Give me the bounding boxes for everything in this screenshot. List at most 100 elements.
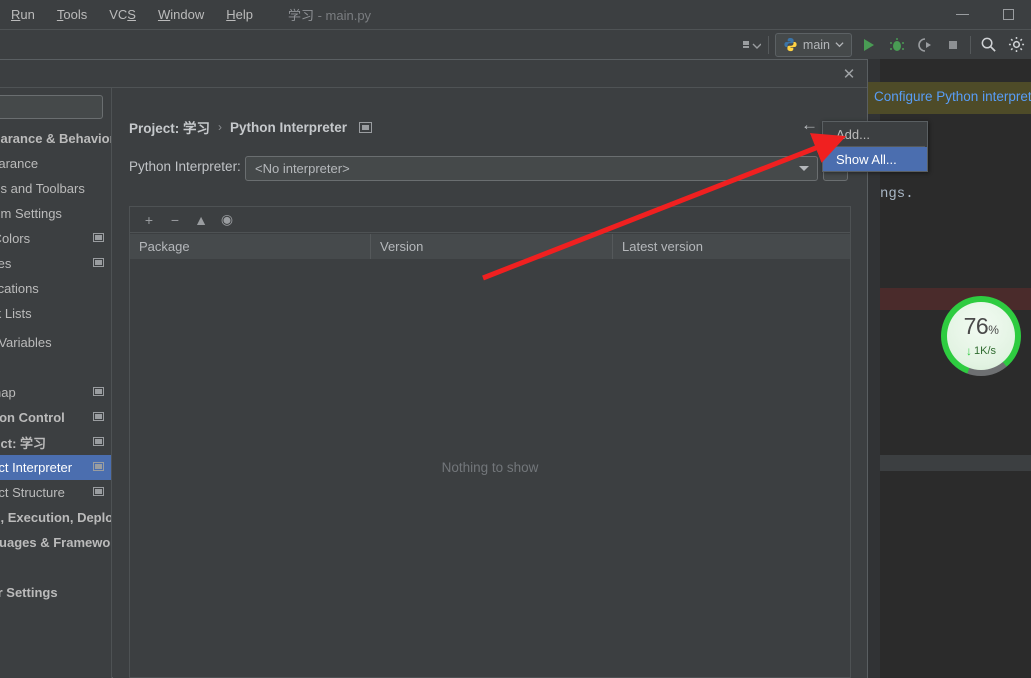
download-arrow-icon: ↓ [966,346,972,357]
minimize-button[interactable] [939,0,985,29]
settings-page-icon-fill [95,260,102,265]
search-icon[interactable] [977,33,999,57]
menu-item-window[interactable]: Window [147,4,215,25]
settings-page-icon [93,487,104,496]
sidebar-item-8[interactable]: Path Variables [0,330,112,355]
settings-page-icon [93,233,104,242]
sidebar-item-0[interactable]: Appearance & Behavior [0,126,112,151]
maximize-button[interactable] [985,0,1031,29]
remove-package-button[interactable]: − [164,210,186,230]
package-column-header[interactable]: Latest version [612,234,850,259]
sidebar-item-label: Project Structure [0,485,65,500]
sidebar-item-label: Project Interpreter [0,460,72,475]
minimize-icon [956,14,969,15]
package-column-header[interactable]: Version [370,234,612,259]
debug-icon[interactable] [886,33,908,57]
nav-back-icon[interactable]: ← [801,116,818,133]
sidebar-item-10[interactable]: Version Control [0,405,112,430]
sidebar-item-6[interactable]: Notifications [0,276,112,301]
settings-gear-icon[interactable] [1005,33,1027,57]
editor-toolwindow-divider [880,455,1031,471]
menu-item-showall[interactable]: Show All... [823,147,927,171]
sidebar-item-16[interactable]: Other Settings [0,580,112,605]
package-column-header[interactable]: Package [130,234,370,259]
sidebar-item-7[interactable]: Quick Lists [0,301,112,326]
package-table-empty: Nothing to show [130,259,850,676]
sidebar-item-label: Appearance & Behavior [0,131,112,146]
sidebar-item-12[interactable]: Project Interpreter [0,455,112,480]
network-speed-widget[interactable]: 76% ↓ 1K/s [941,296,1021,376]
settings-page-icon-fill [95,414,102,419]
settings-page-icon [93,462,104,471]
breadcrumb-chevron-icon: › [218,120,222,134]
main-toolbar: main [0,30,1031,59]
sidebar-item-label: Languages & Frameworks [0,535,112,550]
sidebar-item-label: Scopes [0,256,11,271]
run-configuration-selector[interactable]: main [775,33,852,57]
sidebar-item-3[interactable]: System Settings [0,201,112,226]
network-widget-inner: 76% ↓ 1K/s [947,302,1015,370]
sidebar-item-label: Path Variables [0,335,52,350]
sidebar-item-label: Notifications [0,281,39,296]
show-early-releases-button[interactable]: ◉ [216,210,238,230]
sidebar-item-2[interactable]: Menus and Toolbars [0,176,112,201]
settings-page-icon [93,258,104,267]
stack-icon[interactable] [740,33,762,57]
settings-page-icon [93,387,104,396]
breadcrumb-page: Python Interpreter [230,120,347,135]
editor-code-fragment: ngs. [880,186,914,202]
settings-dialog: ✕ Appearance & Behavior Appearance Menus a… [0,59,868,678]
menu-item-tools[interactable]: Tools [46,4,98,25]
sidebar-item-label: Menus and Toolbars [0,181,85,196]
sidebar-item-label: Quick Lists [0,306,32,321]
configure-interpreter-link[interactable]: Configure Python interpreter [874,89,1031,104]
package-panel: +−▲◉ PackageVersionLatest version Nothin… [129,206,851,678]
sidebar-item-label: Project: 学习 [0,433,46,452]
add-package-button[interactable]: + [138,210,160,230]
maximize-icon [1003,9,1014,20]
dialog-titlebar: ✕ [0,60,867,87]
run-coverage-icon[interactable] [914,33,936,57]
toolbar-divider-1 [768,36,769,54]
toolbar-divider-2 [970,36,971,54]
sidebar-item-15[interactable]: Languages & Frameworks [0,530,112,555]
sidebar-item-13[interactable]: Project Structure [0,480,112,505]
sidebar-item-1[interactable]: Appearance [0,151,112,176]
sidebar-item-9[interactable]: Keymap [0,380,112,405]
python-icon [783,37,798,52]
breadcrumb-project[interactable]: Project: 学习 [129,117,210,137]
interpreter-combobox[interactable]: <No interpreter> [245,156,818,181]
window-title: 学习 - main.py [288,5,371,24]
configure-interpreter-banner[interactable]: Configure Python interpreter [868,82,1031,114]
reset-settings-icon[interactable] [359,122,372,133]
upgrade-package-button[interactable]: ▲ [190,210,212,230]
settings-content: Project: 学习 › Python Interpreter ← → Pyt… [113,88,867,678]
menu-bar: Run Tools VCS Window Help 学习 - main.py [0,0,1031,29]
network-percent-unit: % [988,323,998,337]
interpreter-label: Python Interpreter: [129,159,241,174]
package-toolbar: +−▲◉ [130,207,850,233]
stop-icon[interactable] [942,33,964,57]
sidebar-item-14[interactable]: Build, Execution, Deployment [0,505,112,530]
sidebar-item-label: Version Control [0,410,65,425]
network-percent: 76% [964,315,999,342]
sidebar-item-4[interactable]: File Colors [0,226,112,251]
sidebar-item-label: File Colors [0,231,30,246]
search-input[interactable] [0,95,103,119]
run-configuration-label: main [803,38,830,52]
run-icon[interactable] [858,33,880,57]
sidebar-item-11[interactable]: Project: 学习 [0,430,112,455]
package-table-header: PackageVersionLatest version [130,234,850,260]
sidebar-item-label: Other Settings [0,585,58,600]
menu-item-run[interactable]: Run [0,4,46,25]
network-speed: ↓ 1K/s [966,345,996,357]
close-icon[interactable]: ✕ [839,64,859,84]
sidebar-item-5[interactable]: Scopes [0,251,112,276]
menu-item-vcs[interactable]: VCS [98,4,147,25]
settings-page-icon [93,437,104,446]
menu-item-help[interactable]: Help [215,4,264,25]
settings-page-icon [93,412,104,421]
menu-item-add[interactable]: Add... [823,122,927,146]
sidebar-item-label: Build, Execution, Deployment [0,510,112,525]
chevron-down-icon [835,40,844,49]
